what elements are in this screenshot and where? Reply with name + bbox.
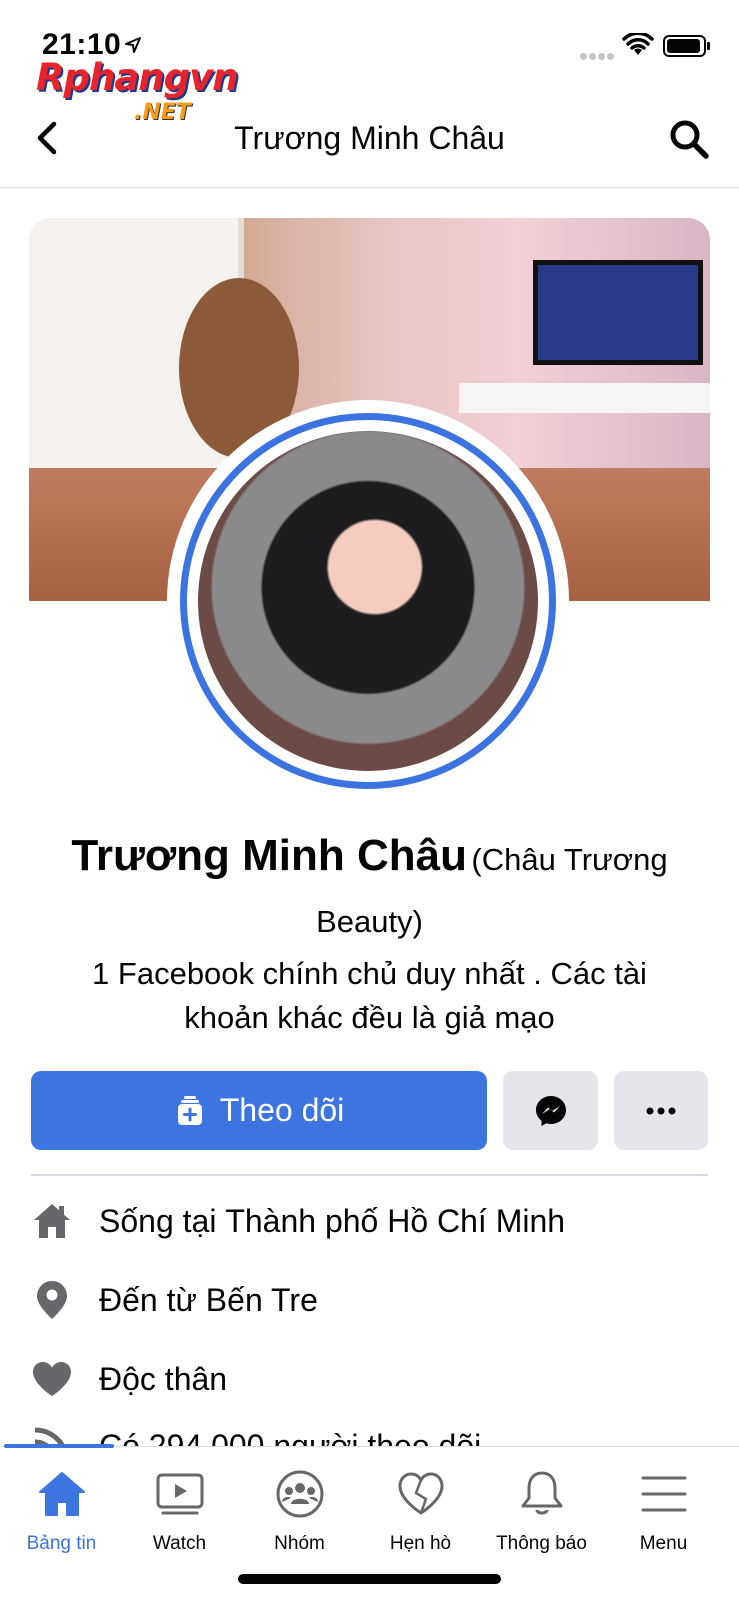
page-title: Trương Minh Châu: [234, 120, 505, 156]
tab-label: Bảng tin: [26, 1533, 97, 1554]
profile-name: Trương Minh Châu (Châu Trương Beauty): [40, 828, 699, 956]
map-pin-icon: [31, 1279, 73, 1321]
watch-icon: [156, 1473, 203, 1515]
from-place[interactable]: Bến Tre: [206, 1282, 318, 1318]
tab-dating[interactable]: Hẹn hò: [359, 1469, 482, 1555]
messenger-button[interactable]: [503, 1071, 598, 1150]
info-lives-in: Sống tại Thành phố Hồ Chí Minh: [31, 1196, 708, 1246]
signal-icon: [580, 47, 616, 65]
groups-icon: [276, 1470, 323, 1518]
cover-monitor-detail: [533, 260, 703, 365]
info-lives-in-text: Sống tại Thành phố Hồ Chí Minh: [99, 1203, 565, 1240]
tab-label: Nhóm: [274, 1533, 325, 1554]
bell-icon: [521, 1471, 562, 1515]
avatar: [198, 431, 538, 771]
active-tab-indicator: [4, 1444, 114, 1448]
info-from: Đến từ Bến Tre: [31, 1275, 708, 1325]
cover-desk-detail: [459, 383, 710, 413]
more-options-button[interactable]: [614, 1071, 708, 1150]
tab-watch[interactable]: Watch: [118, 1469, 241, 1555]
location-arrow-icon: [125, 37, 141, 53]
messenger-icon: [535, 1095, 566, 1126]
home-indicator[interactable]: [238, 1574, 501, 1584]
tab-label: Thông báo: [496, 1533, 587, 1554]
dating-icon: [398, 1472, 443, 1515]
lives-prefix: Sống tại: [99, 1202, 226, 1239]
wifi-icon: [622, 33, 654, 55]
watermark-main-text: Rphangvn: [36, 56, 239, 99]
home-icon: [38, 1472, 85, 1516]
follow-plus-icon: [177, 1095, 202, 1125]
nav-header: Trương Minh Châu: [0, 100, 739, 188]
menu-icon: [641, 1476, 686, 1512]
section-divider: [31, 1174, 708, 1176]
tab-home[interactable]: Bảng tin: [0, 1469, 123, 1555]
house-icon: [31, 1200, 73, 1242]
lives-place[interactable]: Thành phố Hồ Chí Minh: [225, 1203, 565, 1239]
battery-icon: [663, 35, 710, 57]
heart-icon: [31, 1358, 73, 1400]
info-relationship-text: Độc thân: [99, 1360, 228, 1397]
more-dots-icon: [646, 1107, 676, 1114]
profile-picture[interactable]: [167, 400, 569, 802]
info-from-text: Đến từ Bến Tre: [99, 1282, 318, 1319]
profile-bio: 1 Facebook chính chủ duy nhất . Các tài …: [92, 956, 647, 1035]
tab-groups[interactable]: Nhóm: [238, 1469, 361, 1555]
follow-label: Theo dõi: [219, 1092, 345, 1128]
tab-label: Menu: [639, 1533, 688, 1554]
profile-main-name: Trương Minh Châu: [71, 831, 467, 880]
tab-label: Watch: [152, 1533, 207, 1554]
tab-menu[interactable]: Menu: [602, 1469, 725, 1555]
tab-label: Hẹn hò: [389, 1533, 452, 1554]
tab-notifications[interactable]: Thông báo: [480, 1469, 603, 1555]
info-relationship: Độc thân: [31, 1354, 708, 1404]
story-ring: [180, 413, 556, 789]
from-prefix: Đến từ: [99, 1281, 206, 1318]
search-icon[interactable]: [668, 118, 710, 160]
follow-button[interactable]: Theo dõi: [31, 1071, 487, 1150]
